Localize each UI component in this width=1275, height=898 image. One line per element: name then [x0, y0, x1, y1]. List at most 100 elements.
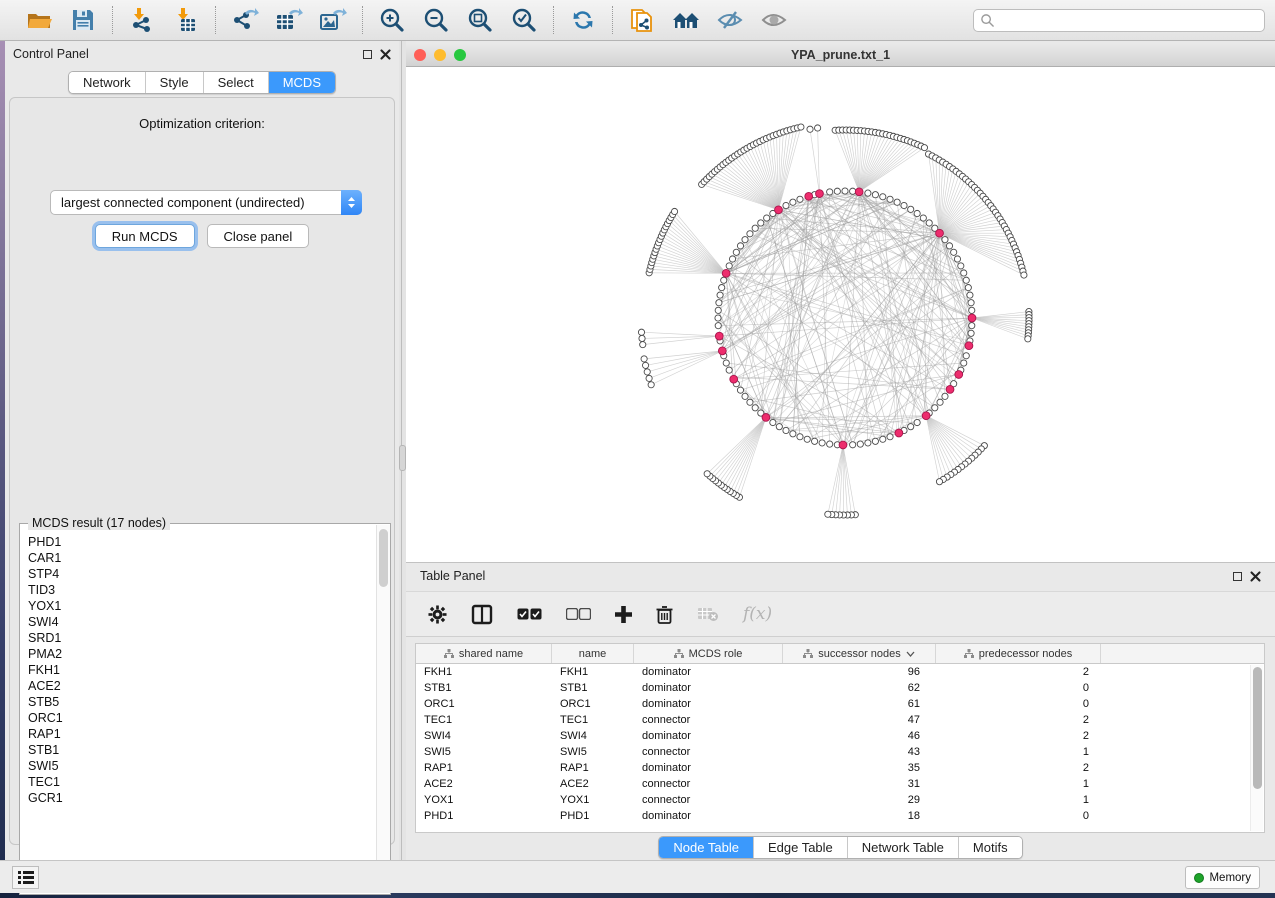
network-node[interactable]	[752, 225, 758, 231]
tab-network[interactable]: Network	[69, 72, 145, 93]
deselect-all-button[interactable]	[566, 608, 591, 620]
tab-style[interactable]: Style	[145, 72, 203, 93]
network-node[interactable]	[914, 419, 920, 425]
network-node[interactable]	[963, 277, 969, 283]
tab-edge-table[interactable]: Edge Table	[753, 837, 847, 858]
result-node[interactable]: SRD1	[28, 630, 375, 646]
network-node[interactable]	[715, 315, 721, 321]
network-node[interactable]	[887, 434, 893, 440]
column-header-name[interactable]: name	[552, 644, 634, 663]
table-row[interactable]: FKH1FKH1dominator962	[416, 664, 1264, 680]
column-header-shared-name[interactable]: shared name	[416, 644, 552, 663]
network-node[interactable]	[752, 405, 758, 411]
network-node[interactable]	[827, 441, 833, 447]
tab-select[interactable]: Select	[203, 72, 268, 93]
network-mcds-node[interactable]	[895, 429, 903, 437]
network-node[interactable]	[742, 393, 748, 399]
network-mcds-node[interactable]	[855, 188, 863, 196]
network-leaf-node[interactable]	[807, 126, 813, 132]
network-leaf-node[interactable]	[671, 208, 677, 214]
network-mcds-node[interactable]	[718, 347, 726, 355]
optimization-criterion-select[interactable]: largest connected component (undirected)	[50, 190, 362, 215]
network-node[interactable]	[887, 196, 893, 202]
network-node[interactable]	[942, 393, 948, 399]
network-node[interactable]	[872, 192, 878, 198]
network-leaf-node[interactable]	[921, 145, 927, 151]
network-leaf-node[interactable]	[798, 124, 804, 130]
network-canvas[interactable]	[406, 67, 1275, 562]
network-node[interactable]	[776, 424, 782, 430]
tab-motifs[interactable]: Motifs	[958, 837, 1022, 858]
network-node[interactable]	[758, 220, 764, 226]
network-node[interactable]	[726, 263, 732, 269]
network-node[interactable]	[834, 188, 840, 194]
network-mcds-node[interactable]	[936, 229, 944, 237]
network-node[interactable]	[783, 202, 789, 208]
import-table-button[interactable]	[171, 5, 201, 35]
network-leaf-node[interactable]	[825, 511, 831, 517]
network-node[interactable]	[721, 277, 727, 283]
refresh-button[interactable]	[568, 5, 598, 35]
table-scrollbar[interactable]	[1250, 665, 1263, 831]
zoom-in-button[interactable]	[377, 5, 407, 35]
network-node[interactable]	[812, 438, 818, 444]
network-node[interactable]	[742, 237, 748, 243]
network-node[interactable]	[737, 387, 743, 393]
show-graphics-button[interactable]	[759, 5, 789, 35]
network-mcds-node[interactable]	[762, 413, 770, 421]
network-view[interactable]	[406, 67, 1275, 562]
network-node[interactable]	[726, 367, 732, 373]
network-titlebar[interactable]: YPA_prune.txt_1	[406, 44, 1275, 67]
delete-column-button[interactable]	[656, 605, 673, 624]
table-row[interactable]: SWI4SWI4dominator462	[416, 728, 1264, 744]
show-columns-button[interactable]	[471, 604, 493, 625]
network-node[interactable]	[733, 249, 739, 255]
result-node[interactable]: PHD1	[28, 534, 375, 550]
network-leaf-node[interactable]	[1025, 336, 1031, 342]
network-node[interactable]	[717, 292, 723, 298]
import-network-button[interactable]	[127, 5, 157, 35]
network-node[interactable]	[942, 237, 948, 243]
network-node[interactable]	[967, 292, 973, 298]
network-node[interactable]	[819, 440, 825, 446]
network-node[interactable]	[968, 330, 974, 336]
network-leaf-node[interactable]	[642, 362, 648, 368]
network-node[interactable]	[797, 434, 803, 440]
table-row[interactable]: ACE2ACE2connector311	[416, 776, 1264, 792]
table-row[interactable]: YOX1YOX1connector291	[416, 792, 1264, 808]
result-node[interactable]: PMA2	[28, 646, 375, 662]
network-node[interactable]	[908, 424, 914, 430]
network-leaf-node[interactable]	[815, 125, 821, 131]
network-node[interactable]	[865, 190, 871, 196]
network-node[interactable]	[969, 323, 975, 329]
home-button[interactable]	[671, 5, 701, 35]
network-node[interactable]	[963, 353, 969, 359]
network-node[interactable]	[961, 360, 967, 366]
result-node[interactable]: ACE2	[28, 678, 375, 694]
network-mcds-node[interactable]	[816, 190, 824, 198]
network-node[interactable]	[894, 199, 900, 205]
network-node[interactable]	[946, 243, 952, 249]
network-node[interactable]	[958, 263, 964, 269]
network-node[interactable]	[790, 199, 796, 205]
network-node[interactable]	[737, 243, 743, 249]
search-input[interactable]	[995, 13, 1258, 27]
select-all-button[interactable]	[517, 608, 542, 620]
network-node[interactable]	[914, 210, 920, 216]
network-node[interactable]	[783, 427, 789, 433]
share-document-button[interactable]	[627, 5, 657, 35]
network-node[interactable]	[920, 215, 926, 221]
hide-graphics-button[interactable]	[715, 5, 745, 35]
result-node[interactable]: GCR1	[28, 790, 375, 806]
network-leaf-node[interactable]	[638, 329, 644, 335]
network-node[interactable]	[865, 440, 871, 446]
network-leaf-node[interactable]	[704, 471, 710, 477]
network-node[interactable]	[969, 307, 975, 313]
network-node[interactable]	[872, 438, 878, 444]
table-row[interactable]: PHD1PHD1dominator180	[416, 808, 1264, 824]
close-panel-icon[interactable]	[380, 49, 391, 60]
network-node[interactable]	[719, 285, 725, 291]
network-mcds-node[interactable]	[955, 371, 963, 379]
network-leaf-node[interactable]	[1021, 272, 1027, 278]
float-panel-icon[interactable]	[1233, 572, 1242, 581]
